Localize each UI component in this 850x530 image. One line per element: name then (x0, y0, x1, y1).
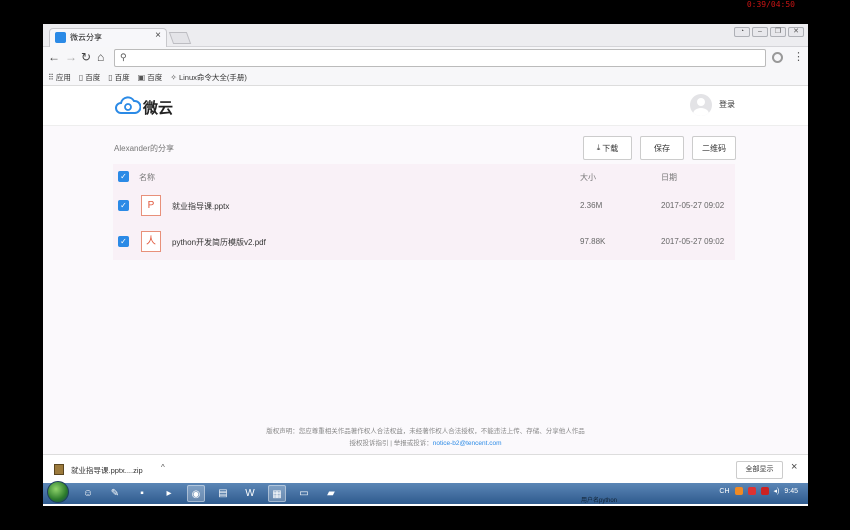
user-icon[interactable]: ◔ (734, 27, 750, 37)
complaint-email[interactable]: notice-b2@tencent.com (433, 440, 502, 447)
weiyun-favicon-icon (55, 32, 66, 43)
zip-file-icon (54, 464, 64, 475)
qrcode-label: 二维码 (702, 143, 726, 153)
address-bar[interactable]: ⚲ (114, 49, 766, 67)
clock[interactable]: 9:45 (784, 488, 798, 495)
pdf-file-icon: 人 (141, 231, 161, 252)
download-icon: ⤓ (596, 143, 601, 152)
table-row[interactable]: ✓ 人 python开发简历模版v2.pdf 97.88K 2017-05-27… (113, 224, 735, 260)
word-icon[interactable]: W (241, 485, 259, 502)
table-header: ✓ 名称 大小 日期 (113, 164, 735, 188)
download-shelf: 就业指导课.pptx....zip ^ 全部显示 × (43, 454, 808, 485)
copyright-notice: 版权声明：您应尊重相关作品著作权人合法权益，未经著作权人合法授权，不能违法上传、… (266, 428, 585, 435)
browser-window: 微云分享 × ◔ – ❐ ✕ ← → ↻ ⌂ ⚲ ⋮ ⠿ 应用 ▯ 百度 ▯ 百… (43, 24, 808, 506)
file-size: 2.36M (580, 201, 603, 210)
page-icon: ▯ (78, 72, 84, 82)
tab-strip: 微云分享 × ◔ – ❐ ✕ (43, 24, 808, 47)
browser-tab[interactable]: 微云分享 × (49, 28, 167, 47)
download-button[interactable]: ⤓ 下载 (583, 136, 632, 160)
home-icon[interactable]: ⌂ (97, 50, 104, 64)
column-size[interactable]: 大小 (580, 172, 596, 183)
tray-record-icon[interactable] (760, 487, 769, 495)
tray-app-icon[interactable] (734, 487, 743, 495)
site-header: 微云 登录 (43, 86, 808, 126)
language-indicator[interactable]: CH (719, 488, 729, 495)
file-size: 97.88K (580, 237, 606, 246)
chevron-up-icon[interactable]: ^ (161, 463, 165, 472)
extension-icon[interactable] (772, 52, 783, 63)
screen: 0:39/04:50 微云分享 × ◔ – ❐ ✕ ← → ↻ ⌂ ⚲ ⋮ ⠿ … (0, 0, 850, 530)
bookmark-baidu-1[interactable]: ▯ 百度 (79, 72, 100, 83)
image-icon: ▣ (137, 72, 146, 82)
file-name[interactable]: 就业指导课.pptx (172, 201, 229, 212)
volume-icon[interactable]: ◂) (774, 487, 780, 495)
new-tab-button[interactable] (168, 32, 192, 44)
back-arrow-icon[interactable]: ← (48, 50, 60, 64)
download-label: 下载 (602, 143, 619, 153)
page-content: 微云 登录 Alexander的分享 ⤓ 下载 保存 二维码 ✓ 名称 大小 日… (43, 86, 808, 462)
page-icon: ▯ (108, 72, 113, 82)
copyright-footer: 版权声明：您应尊重相关作品著作权人合法权益，未经著作权人合法授权，不能违法上传、… (43, 426, 808, 450)
minimize-icon[interactable]: – (752, 27, 768, 37)
tab-close-icon[interactable]: × (155, 30, 161, 41)
pin-icon[interactable]: ▸ (160, 485, 178, 502)
file-name[interactable]: python开发简历模版v2.pdf (172, 237, 266, 248)
menu-icon[interactable]: ⋮ (793, 50, 804, 63)
table-row[interactable]: ✓ P 就业指导课.pptx 2.36M 2017-05-27 09:02 (113, 188, 735, 224)
taskbar-icons: ☺ ✎ ▪ ▸ ◉ ▤ W ▦ ▭ ▰ (79, 485, 340, 502)
close-window-icon[interactable]: ✕ (788, 27, 804, 37)
column-date[interactable]: 日期 (661, 172, 677, 183)
download-item-name[interactable]: 就业指导课.pptx....zip (71, 465, 143, 476)
floppy-icon[interactable]: ▪ (133, 485, 151, 502)
restore-icon[interactable]: ❐ (770, 27, 786, 37)
pptx-file-icon: P (141, 195, 161, 216)
bookmarks-bar: ⠿ 应用 ▯ 百度 ▯ 百度 ▣ 百度 ✧ Linux命令大全(手册) (43, 69, 808, 86)
tab-title: 微云分享 (70, 33, 102, 42)
save-button[interactable]: 保存 (640, 136, 684, 160)
bookmark-linux[interactable]: ✧ Linux命令大全(手册) (170, 72, 247, 83)
row-checkbox[interactable]: ✓ (118, 236, 129, 247)
bookmark-baidu-2[interactable]: ▯ 百度 (108, 72, 129, 83)
window-controls: ◔ – ❐ ✕ (734, 27, 804, 37)
logo-text[interactable]: 微云 (143, 97, 173, 118)
weiyun-logo-icon[interactable] (115, 94, 141, 116)
save-label: 保存 (654, 143, 670, 153)
complaint-text[interactable]: 授权投诉指引 | 举报或投诉： (349, 440, 432, 447)
pdf-reader-icon[interactable]: ▰ (322, 485, 340, 502)
avatar[interactable] (690, 94, 712, 116)
show-all-button[interactable]: 全部显示 (736, 461, 783, 479)
tray-security-icon[interactable] (747, 487, 756, 495)
share-owner: Alexander的分享 (114, 144, 175, 153)
monitor-icon[interactable]: ▦ (268, 485, 286, 502)
bookmark-apps[interactable]: ⠿ 应用 (48, 72, 71, 83)
recording-timer: 0:39/04:50 (746, 0, 795, 9)
close-shelf-icon[interactable]: × (791, 461, 797, 473)
forward-arrow-icon[interactable]: → (65, 50, 77, 64)
complaint-line: 授权投诉指引 | 举报或投诉：notice-b2@tencent.com (43, 438, 808, 450)
reload-icon[interactable]: ↻ (81, 50, 91, 64)
file-date: 2017-05-27 09:02 (661, 237, 725, 246)
tray-user-text: 用户名python (581, 498, 618, 504)
select-all-checkbox[interactable]: ✓ (118, 171, 129, 182)
browser-toolbar: ← → ↻ ⌂ ⚲ ⋮ (43, 47, 808, 69)
file-table: ✓ 名称 大小 日期 ✓ P 就业指导课.pptx 2.36M 2017-05-… (113, 164, 735, 260)
column-name[interactable]: 名称 (139, 172, 155, 183)
login-link[interactable]: 登录 (719, 99, 735, 110)
file-date: 2017-05-27 09:02 (661, 201, 725, 210)
system-tray: CH ◂) 9:45 (719, 487, 798, 495)
linux-icon: ✧ (170, 72, 177, 82)
start-button[interactable] (47, 481, 69, 503)
apps-grid-icon: ⠿ (48, 72, 54, 82)
qrcode-button[interactable]: 二维码 (692, 136, 736, 160)
bookmark-baidu-3[interactable]: ▣ 百度 (138, 72, 163, 83)
taskbar: ☺ ✎ ▪ ▸ ◉ ▤ W ▦ ▭ ▰ 用户名python CH ◂) 9:45 (43, 481, 808, 504)
folder-icon[interactable]: ▭ (295, 485, 313, 502)
chrome-icon[interactable]: ◉ (187, 485, 205, 502)
row-checkbox[interactable]: ✓ (118, 200, 129, 211)
qq-icon[interactable]: ☺ (79, 485, 97, 502)
tool-icon[interactable]: ✎ (106, 485, 124, 502)
notepad-icon[interactable]: ▤ (214, 485, 232, 502)
search-icon: ⚲ (120, 52, 127, 62)
